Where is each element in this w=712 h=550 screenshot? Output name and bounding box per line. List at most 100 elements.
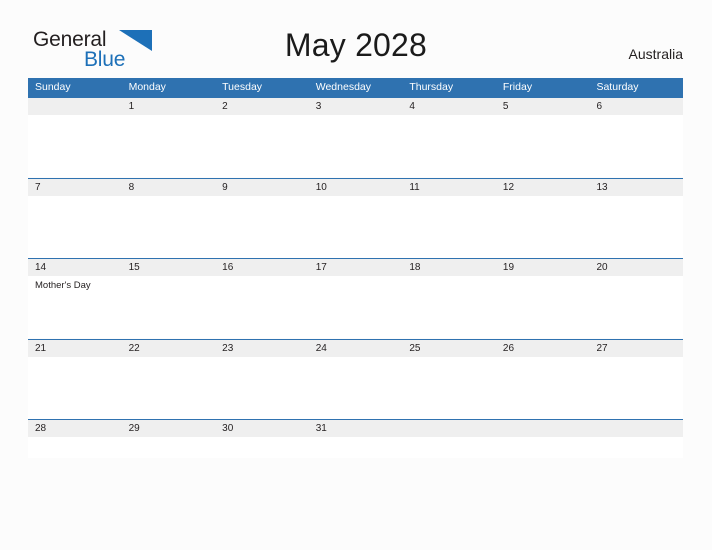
day-cell-30[interactable] [215, 437, 309, 457]
day-cell-1[interactable] [122, 115, 216, 177]
day-cell-10[interactable] [309, 196, 403, 258]
date-number-empty [402, 420, 496, 437]
date-number-30[interactable]: 30 [215, 420, 309, 437]
day-cell-21[interactable] [28, 357, 122, 419]
date-number-strip: 28 29 30 31 [28, 419, 683, 437]
day-cell-7[interactable] [28, 196, 122, 258]
day-cell-28[interactable] [28, 437, 122, 457]
date-number-4[interactable]: 4 [402, 98, 496, 115]
day-cell-12[interactable] [496, 196, 590, 258]
weekday-header-tuesday: Tuesday [222, 81, 263, 93]
day-cell-empty [28, 115, 122, 177]
date-number-9[interactable]: 9 [215, 179, 309, 196]
date-number-17[interactable]: 17 [309, 259, 403, 276]
day-cell-empty [589, 437, 683, 457]
calendar-bottom-rule [28, 457, 683, 458]
date-number-10[interactable]: 10 [309, 179, 403, 196]
day-cell-16[interactable] [215, 276, 309, 338]
day-content-strip [28, 115, 683, 177]
date-number-29[interactable]: 29 [122, 420, 216, 437]
day-content-strip: Mother's Day [28, 276, 683, 338]
day-cell-24[interactable] [309, 357, 403, 419]
date-number-25[interactable]: 25 [402, 340, 496, 357]
day-cell-18[interactable] [402, 276, 496, 338]
date-number-13[interactable]: 13 [589, 179, 683, 196]
date-number-3[interactable]: 3 [309, 98, 403, 115]
day-cell-6[interactable] [589, 115, 683, 177]
weekday-header-monday: Monday [128, 81, 166, 93]
day-cell-25[interactable] [402, 357, 496, 419]
day-cell-23[interactable] [215, 357, 309, 419]
week-row: 21 22 23 24 25 26 27 [28, 338, 683, 420]
page-title: May 2028 [284, 27, 428, 63]
week-row: 28 29 30 31 [28, 419, 683, 457]
date-number-strip: 14 15 16 17 18 19 20 [28, 258, 683, 276]
calendar-weeks: 1 2 3 4 5 6 7 8 9 10 11 12 13 14 15 16 17 18 19 20 Mother's … [28, 97, 683, 457]
date-number-15[interactable]: 15 [122, 259, 216, 276]
day-cell-15[interactable] [122, 276, 216, 338]
calendar-page: General Blue May 2028 Australia Sunday Mo… [0, 0, 712, 550]
date-number-7[interactable]: 7 [28, 179, 122, 196]
day-cell-2[interactable] [215, 115, 309, 177]
date-number-6[interactable]: 6 [589, 98, 683, 115]
date-number-28[interactable]: 28 [28, 420, 122, 437]
date-number-empty [28, 98, 122, 115]
day-content-strip [28, 356, 683, 419]
date-number-8[interactable]: 8 [122, 179, 216, 196]
week-row: 7 8 9 10 11 12 13 [28, 177, 683, 259]
date-number-16[interactable]: 16 [215, 259, 309, 276]
day-cell-20[interactable] [589, 276, 683, 338]
date-number-19[interactable]: 19 [496, 259, 590, 276]
day-cell-11[interactable] [402, 196, 496, 258]
day-cell-empty [496, 437, 590, 457]
day-cell-14[interactable]: Mother's Day [28, 276, 122, 338]
date-number-14[interactable]: 14 [28, 259, 122, 276]
day-cell-31[interactable] [309, 437, 403, 457]
region-label: Australia [628, 46, 683, 62]
date-number-20[interactable]: 20 [589, 259, 683, 276]
day-cell-3[interactable] [309, 115, 403, 177]
weekday-header-friday: Friday [502, 81, 533, 93]
event-label: Mother's Day [35, 280, 91, 291]
day-cell-5[interactable] [496, 115, 590, 177]
day-cell-29[interactable] [122, 437, 216, 457]
day-content-strip [28, 437, 683, 457]
date-number-31[interactable]: 31 [309, 420, 403, 437]
day-cell-9[interactable] [215, 196, 309, 258]
date-number-2[interactable]: 2 [215, 98, 309, 115]
date-number-22[interactable]: 22 [122, 340, 216, 357]
date-number-11[interactable]: 11 [402, 179, 496, 196]
date-number-27[interactable]: 27 [589, 340, 683, 357]
date-number-empty [589, 420, 683, 437]
date-number-23[interactable]: 23 [215, 340, 309, 357]
date-number-18[interactable]: 18 [402, 259, 496, 276]
day-cell-22[interactable] [122, 357, 216, 419]
day-cell-19[interactable] [496, 276, 590, 338]
date-number-strip: 7 8 9 10 11 12 13 [28, 177, 683, 196]
weekday-header-thursday: Thursday [409, 81, 454, 93]
day-cell-empty [402, 437, 496, 457]
day-cell-27[interactable] [589, 357, 683, 419]
day-cell-4[interactable] [402, 115, 496, 177]
weekday-header-sunday: Sunday [35, 81, 71, 93]
date-number-1[interactable]: 1 [122, 98, 216, 115]
week-row: 123456 [28, 97, 683, 178]
day-cell-8[interactable] [122, 196, 216, 258]
weekday-header-wednesday: Wednesday [315, 81, 371, 93]
date-number-strip: 21 22 23 24 25 26 27 [28, 338, 683, 357]
weekday-header-row: Sunday Monday Tuesday Wednesday Thursday Frid… [28, 78, 683, 97]
date-number-strip: 123456 [28, 97, 683, 115]
date-number-empty [496, 420, 590, 437]
day-cell-26[interactable] [496, 357, 590, 419]
day-cell-13[interactable] [589, 196, 683, 258]
week-row: 14 15 16 17 18 19 20 Mother's Day [28, 258, 683, 339]
date-number-12[interactable]: 12 [496, 179, 590, 196]
calendar-grid: Sunday Monday Tuesday Wednesday Thursday Frid… [28, 78, 683, 458]
date-number-5[interactable]: 5 [496, 98, 590, 115]
date-number-24[interactable]: 24 [309, 340, 403, 357]
date-number-21[interactable]: 21 [28, 340, 122, 357]
day-cell-17[interactable] [309, 276, 403, 338]
date-number-26[interactable]: 26 [496, 340, 590, 357]
day-content-strip [28, 195, 683, 258]
weekday-header-saturday: Saturday [596, 81, 639, 93]
